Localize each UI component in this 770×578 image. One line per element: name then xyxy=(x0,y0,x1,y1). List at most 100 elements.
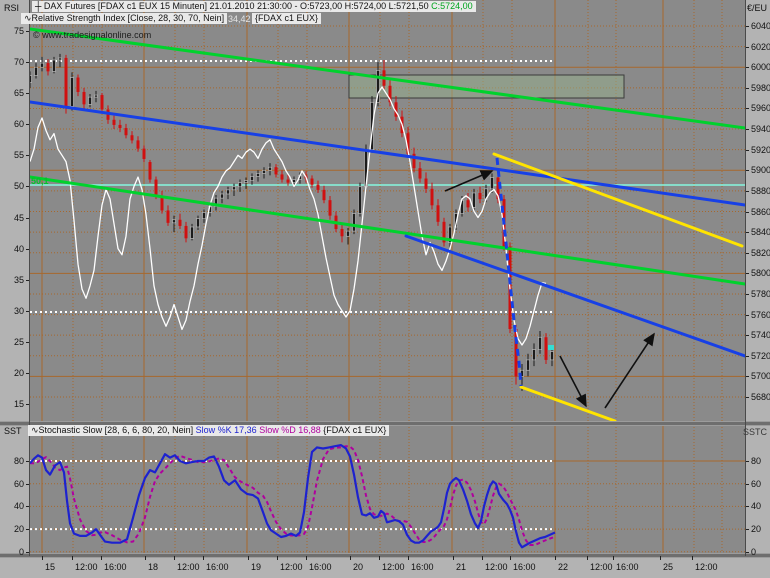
rsi-tickmark xyxy=(26,279,29,281)
last-price-marker xyxy=(548,345,554,350)
stoch-tickmark xyxy=(26,483,29,485)
copyright-text: © www.tradesignalonline.com xyxy=(33,30,152,40)
candle-body xyxy=(130,135,134,141)
trading-chart-window: RSI €/EU SST SSTC ┼ DAX Futures [FDAX c1… xyxy=(0,0,770,578)
price-tickmark xyxy=(746,190,749,192)
stoch-legend[interactable]: ∿Stochastic Slow [28, 6, 6, 80, 20, Nein… xyxy=(28,425,390,436)
time-tickmark xyxy=(145,556,146,560)
stoch-tick-label: 0 xyxy=(18,546,24,557)
candle-body xyxy=(58,57,62,61)
candle-body xyxy=(196,218,200,228)
candle-body xyxy=(46,63,50,72)
time-tick-label: 12:00 xyxy=(695,562,718,572)
candle-body xyxy=(346,230,350,237)
price-tick-label: 5820 xyxy=(751,247,770,258)
time-tick-label: 16:00 xyxy=(411,562,434,572)
candle-body xyxy=(274,167,278,175)
time-tickmark xyxy=(203,556,204,560)
candlestick-series-icon: ┼ xyxy=(35,1,42,11)
candle-body xyxy=(550,351,554,361)
panel-separator[interactable] xyxy=(0,553,770,558)
stoch-tickmark xyxy=(26,529,29,531)
plot-right-border xyxy=(745,0,746,556)
candle-body xyxy=(472,192,476,208)
time-tickmark xyxy=(174,556,175,560)
time-tick-label: 20 xyxy=(353,562,364,572)
candle-body xyxy=(124,128,128,136)
rsi-tick-label: 25 xyxy=(13,336,24,347)
price-tickmark xyxy=(746,293,749,295)
time-tick-label: 25 xyxy=(663,562,674,572)
time-tickmark xyxy=(555,556,556,560)
candle-body xyxy=(490,177,494,190)
candle-body xyxy=(190,226,194,239)
candle-body xyxy=(310,178,314,185)
rsi-legend[interactable]: ∿Relative Strength Index [Close, 28, 30,… xyxy=(21,13,228,24)
candle-body xyxy=(418,168,422,179)
price-tick-label: 5860 xyxy=(751,206,770,217)
stoch-right-tick-label: 40 xyxy=(751,501,762,512)
candle-body xyxy=(94,94,98,98)
rsi-tick-label: 70 xyxy=(13,57,24,68)
candle-body xyxy=(358,186,362,214)
price-tick-label: 5960 xyxy=(751,103,770,114)
rsi-tickmark xyxy=(26,155,29,157)
stoch-right-tickmark xyxy=(746,551,749,553)
rsi-tickmark xyxy=(26,341,29,343)
time-tickmark xyxy=(101,556,102,560)
time-tick-label: 15 xyxy=(45,562,56,572)
candle-body xyxy=(82,91,86,105)
candle-body xyxy=(34,66,38,76)
rsi-tickmark xyxy=(26,217,29,219)
price-tick-label: 5980 xyxy=(751,82,770,93)
candle-body xyxy=(220,193,224,199)
candle-body xyxy=(136,140,140,149)
time-tick-label: 12:00 xyxy=(280,562,303,572)
candle-body xyxy=(466,200,470,208)
candle-body xyxy=(532,349,536,361)
rsi-tickmark xyxy=(26,186,29,188)
rsi-tickmark xyxy=(26,310,29,312)
rsi-tickmark xyxy=(26,404,29,406)
candle-body xyxy=(340,229,344,237)
candle-body xyxy=(424,178,428,189)
price-tickmark xyxy=(746,355,749,357)
time-tick-label: 12:00 xyxy=(177,562,200,572)
main-chart-plot[interactable] xyxy=(30,0,745,421)
close-value: C:5724,00 xyxy=(431,1,473,11)
main-legend-row1[interactable]: ┼ DAX Futures [FDAX c1 EUX 15 Minuten] 2… xyxy=(32,1,476,12)
time-tickmark xyxy=(408,556,409,560)
candle-body xyxy=(76,77,80,92)
price-tickmark xyxy=(746,314,749,316)
candle-body xyxy=(30,75,32,83)
time-tick-label: 21 xyxy=(456,562,467,572)
candle-body xyxy=(232,186,236,191)
time-tick-label: 16:00 xyxy=(309,562,332,572)
candle-body xyxy=(100,95,104,110)
candle-body xyxy=(280,174,284,180)
stoch-tickmark xyxy=(26,506,29,508)
candle-body xyxy=(148,162,152,180)
rsi-tickmark xyxy=(26,62,29,64)
candle-body xyxy=(238,182,242,188)
candle-body xyxy=(322,189,326,201)
price-tick-label: 5680 xyxy=(751,392,770,403)
candle-body xyxy=(118,124,122,129)
candle-body xyxy=(256,173,260,177)
time-tick-label: 16:00 xyxy=(206,562,229,572)
main-legend-title: DAX Futures [FDAX c1 EUX 15 Minuten] 21.… xyxy=(43,1,432,11)
price-tickmark xyxy=(746,67,749,69)
stoch-symbol: {FDAX c1 EUX} xyxy=(323,425,387,435)
candle-body xyxy=(154,179,158,197)
price-tickmark xyxy=(746,397,749,399)
price-tick-label: 5780 xyxy=(751,288,770,299)
candle-body xyxy=(52,59,56,72)
time-tickmark xyxy=(72,556,73,560)
rsi-symbol-chip[interactable]: {FDAX c1 EUX} xyxy=(252,13,322,24)
stochastic-plot[interactable] xyxy=(30,424,745,554)
time-tickmark xyxy=(613,556,614,560)
rsi-tick-label: 60 xyxy=(13,119,24,130)
rsi-tick-label: 75 xyxy=(13,26,24,36)
time-tick-label: 16:00 xyxy=(513,562,536,572)
price-tick-label: 5700 xyxy=(751,371,770,382)
